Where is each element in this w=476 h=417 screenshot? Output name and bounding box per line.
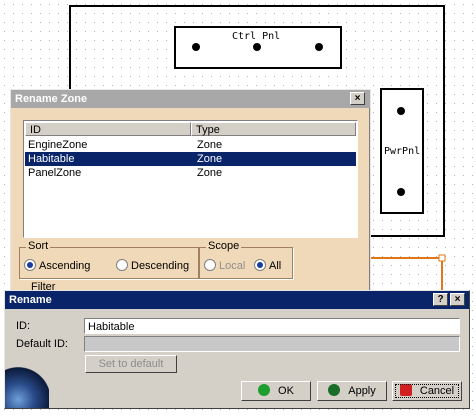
ok-button[interactable]: OK [241,381,311,401]
list-item[interactable]: Habitable Zone [25,152,356,166]
column-header-id[interactable]: ID [25,122,191,136]
sort-ascending-radio[interactable]: Ascending [24,259,90,272]
radio-icon [116,259,128,271]
list-item[interactable]: PanelZone Zone [25,166,356,180]
list-item[interactable]: EngineZone Zone [25,138,356,152]
sort-group: Sort Ascending Descending [19,240,199,279]
help-icon[interactable]: ? [433,293,448,306]
rename-titlebar[interactable]: Rename ? × [5,291,469,309]
radio-selected-icon [254,259,266,271]
scope-label: Scope [206,240,242,252]
apply-icon [328,384,341,396]
ctrl-panel-pin [315,43,323,51]
pwr-panel-label: PwrPnl [384,146,421,157]
scope-group: Scope Local All [199,240,293,279]
ctrl-panel-pin [253,43,261,51]
pwr-panel-pin [397,107,405,115]
ctrl-panel-label: Ctrl Pnl [232,31,281,42]
scope-local-radio[interactable]: Local [204,259,245,272]
radio-icon [204,259,216,271]
wire-node [438,254,446,262]
rename-zone-window: Rename Zone × ID Type EngineZone Zone Ha… [10,89,371,301]
zone-list[interactable]: ID Type EngineZone Zone Habitable Zone P… [23,120,358,238]
id-field[interactable]: Habitable [84,318,460,334]
default-id-field [84,336,460,352]
pwr-panel-pin [397,188,405,196]
cancel-button[interactable]: Cancel [392,381,462,401]
rename-zone-titlebar[interactable]: Rename Zone × [11,90,370,108]
rename-dialog: Rename ? × ID: Habitable Default ID: Set… [4,290,470,409]
column-header-type[interactable]: Type [191,122,356,136]
id-label: ID: [16,320,31,332]
close-icon[interactable]: × [450,293,465,306]
rename-zone-title: Rename Zone [15,93,88,105]
scope-all-radio[interactable]: All [254,259,281,272]
sort-label: Sort [26,240,51,252]
rename-title: Rename [9,294,52,306]
radio-selected-icon [24,259,36,271]
sort-descending-radio[interactable]: Descending [116,259,189,272]
ok-icon [258,384,271,396]
orange-wire [368,257,443,290]
default-id-label: Default ID: [16,338,68,350]
globe-icon [5,366,49,408]
set-to-default-button[interactable]: Set to default [85,355,177,373]
cancel-icon [399,384,412,396]
close-icon[interactable]: × [350,92,365,105]
apply-button[interactable]: Apply [317,381,387,401]
ctrl-panel-pin [192,43,200,51]
